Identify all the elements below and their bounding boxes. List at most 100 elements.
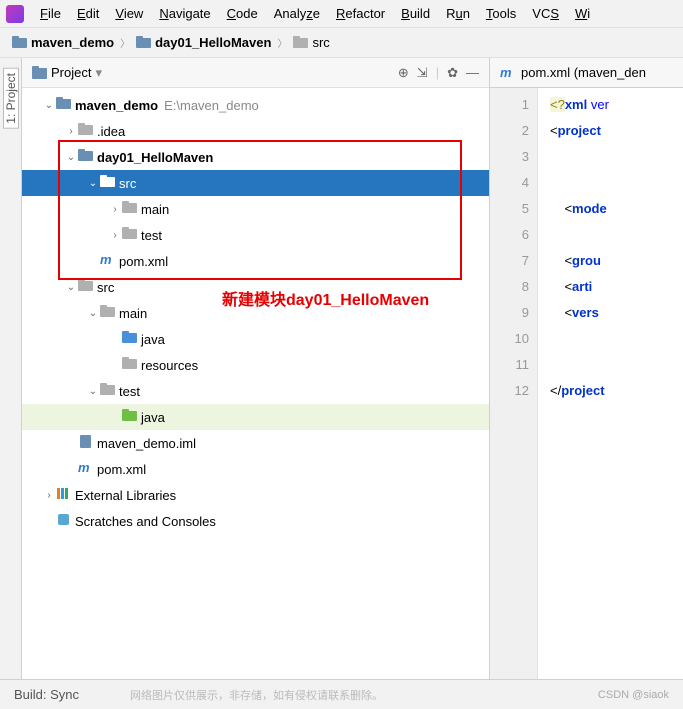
tree-node[interactable]: ›test xyxy=(22,222,489,248)
tree-node[interactable]: ⌄ src xyxy=(22,170,489,196)
tree-icon xyxy=(100,383,115,399)
menu-build[interactable]: Build xyxy=(395,4,436,23)
tree-label: .idea xyxy=(97,124,125,139)
code-line[interactable]: <grou xyxy=(550,248,683,274)
tree-node[interactable]: m pom.xml xyxy=(22,248,489,274)
menu-view[interactable]: View xyxy=(109,4,149,23)
svg-text:m: m xyxy=(100,252,112,267)
tree-node[interactable]: maven_demo.iml xyxy=(22,430,489,456)
tree-node[interactable]: ›External Libraries xyxy=(22,482,489,508)
tree-label: src xyxy=(97,280,114,295)
menu-file[interactable]: File xyxy=(34,4,67,23)
tree-arrow-icon[interactable]: ⌄ xyxy=(42,100,56,111)
breadcrumb-item[interactable]: src xyxy=(293,35,329,50)
code-line[interactable] xyxy=(550,222,683,248)
code-line[interactable] xyxy=(550,144,683,170)
line-number: 6 xyxy=(490,222,529,248)
tree-arrow-icon[interactable]: ⌄ xyxy=(86,178,100,189)
status-bar: Build: Sync 网络图片仅供展示，非存储，如有侵权请联系删除。 CSDN… xyxy=(0,679,683,709)
menu-window[interactable]: Wi xyxy=(569,4,596,23)
tree-label: src xyxy=(119,176,136,191)
code-line[interactable]: <arti xyxy=(550,274,683,300)
code-line[interactable] xyxy=(550,170,683,196)
tree-icon xyxy=(78,149,93,165)
menu-vcs[interactable]: VCS xyxy=(526,4,565,23)
tree-node[interactable]: ⌄day01_HelloMaven xyxy=(22,144,489,170)
expand-icon[interactable]: ⇲ xyxy=(417,65,428,81)
main-menubar: File Edit View Navigate Code Analyze Ref… xyxy=(0,0,683,28)
code-line[interactable]: </project xyxy=(550,378,683,404)
annotation-text: 新建模块day01_HelloMaven xyxy=(222,286,429,310)
tree-arrow-icon[interactable]: › xyxy=(108,204,122,215)
menu-navigate[interactable]: Navigate xyxy=(153,4,216,23)
project-icon xyxy=(32,66,47,79)
tree-icon xyxy=(78,434,93,452)
tree-arrow-icon[interactable]: › xyxy=(108,230,122,241)
breadcrumb-item[interactable]: day01_HelloMaven xyxy=(136,35,271,50)
tree-label: test xyxy=(119,384,140,399)
tree-node[interactable]: ⌄maven_demoE:\maven_demo xyxy=(22,92,489,118)
project-tree[interactable]: 新建模块day01_HelloMaven ⌄maven_demoE:\maven… xyxy=(22,88,489,679)
tree-arrow-icon[interactable]: › xyxy=(64,126,78,137)
line-number: 8 xyxy=(490,274,529,300)
project-tool-tab[interactable]: 1: Project xyxy=(3,68,19,129)
menu-run[interactable]: Run xyxy=(440,4,476,23)
tree-icon xyxy=(78,123,93,139)
code-line[interactable]: <mode xyxy=(550,196,683,222)
collapse-icon[interactable]: — xyxy=(466,65,479,81)
code-line[interactable]: <project xyxy=(550,118,683,144)
tree-icon xyxy=(56,486,71,504)
line-number: 12 xyxy=(490,378,529,404)
tree-label: maven_demo xyxy=(75,98,158,113)
tree-label: pom.xml xyxy=(119,254,168,269)
editor-tab-label: pom.xml (maven_den xyxy=(521,65,646,80)
tree-node[interactable]: Scratches and Consoles xyxy=(22,508,489,534)
folder-icon xyxy=(293,36,308,49)
gear-icon[interactable]: ✿ xyxy=(447,65,458,81)
folder-icon xyxy=(136,36,151,49)
tree-node[interactable]: ›main xyxy=(22,196,489,222)
tree-arrow-icon[interactable]: › xyxy=(42,490,56,501)
menu-analyze[interactable]: Analyze xyxy=(268,4,326,23)
tree-arrow-icon[interactable]: ⌄ xyxy=(64,282,78,293)
code-content[interactable]: <?xml ver<project <mode <grou <arti <ver… xyxy=(538,88,683,679)
panel-title-text: Project xyxy=(51,65,91,80)
tree-node[interactable]: resources xyxy=(22,352,489,378)
project-panel: Project ▾ ⊕ ⇲ | ✿ — 新建模块day01_HelloMaven… xyxy=(22,58,490,679)
build-status[interactable]: Build: Sync xyxy=(14,687,79,702)
tree-icon xyxy=(100,305,115,321)
code-line[interactable] xyxy=(550,352,683,378)
tree-icon xyxy=(56,512,71,530)
tree-node[interactable]: › .idea xyxy=(22,118,489,144)
code-line[interactable]: <?xml ver xyxy=(550,92,683,118)
tree-arrow-icon[interactable]: ⌄ xyxy=(86,386,100,397)
tree-icon xyxy=(122,201,137,217)
tree-arrow-icon[interactable]: ⌄ xyxy=(86,308,100,319)
tree-arrow-icon[interactable]: ⌄ xyxy=(64,152,78,163)
tree-node[interactable]: java xyxy=(22,326,489,352)
line-number: 11 xyxy=(490,352,529,378)
tree-node[interactable]: mpom.xml xyxy=(22,456,489,482)
line-number: 1 xyxy=(490,92,529,118)
editor-tab[interactable]: m pom.xml (maven_den xyxy=(490,58,683,88)
line-number: 4 xyxy=(490,170,529,196)
line-number: 5 xyxy=(490,196,529,222)
dropdown-icon[interactable]: ▾ xyxy=(95,65,102,81)
menu-refactor[interactable]: Refactor xyxy=(330,4,391,23)
locate-icon[interactable]: ⊕ xyxy=(398,65,409,81)
code-line[interactable] xyxy=(550,326,683,352)
menu-edit[interactable]: Edit xyxy=(71,4,105,23)
code-line[interactable]: <vers xyxy=(550,300,683,326)
tree-label: java xyxy=(141,332,165,347)
tree-icon xyxy=(122,331,137,347)
tree-node[interactable]: ⌄ test xyxy=(22,378,489,404)
svg-text:m: m xyxy=(500,65,512,80)
breadcrumb-item[interactable]: maven_demo xyxy=(12,35,114,50)
menu-tools[interactable]: Tools xyxy=(480,4,522,23)
tree-node[interactable]: java xyxy=(22,404,489,430)
menu-code[interactable]: Code xyxy=(221,4,264,23)
watermark: 网络图片仅供展示，非存储，如有侵权请联系删除。 xyxy=(130,687,383,703)
divider: | xyxy=(436,65,439,81)
maven-icon: m xyxy=(500,65,515,80)
tree-icon xyxy=(122,357,137,373)
